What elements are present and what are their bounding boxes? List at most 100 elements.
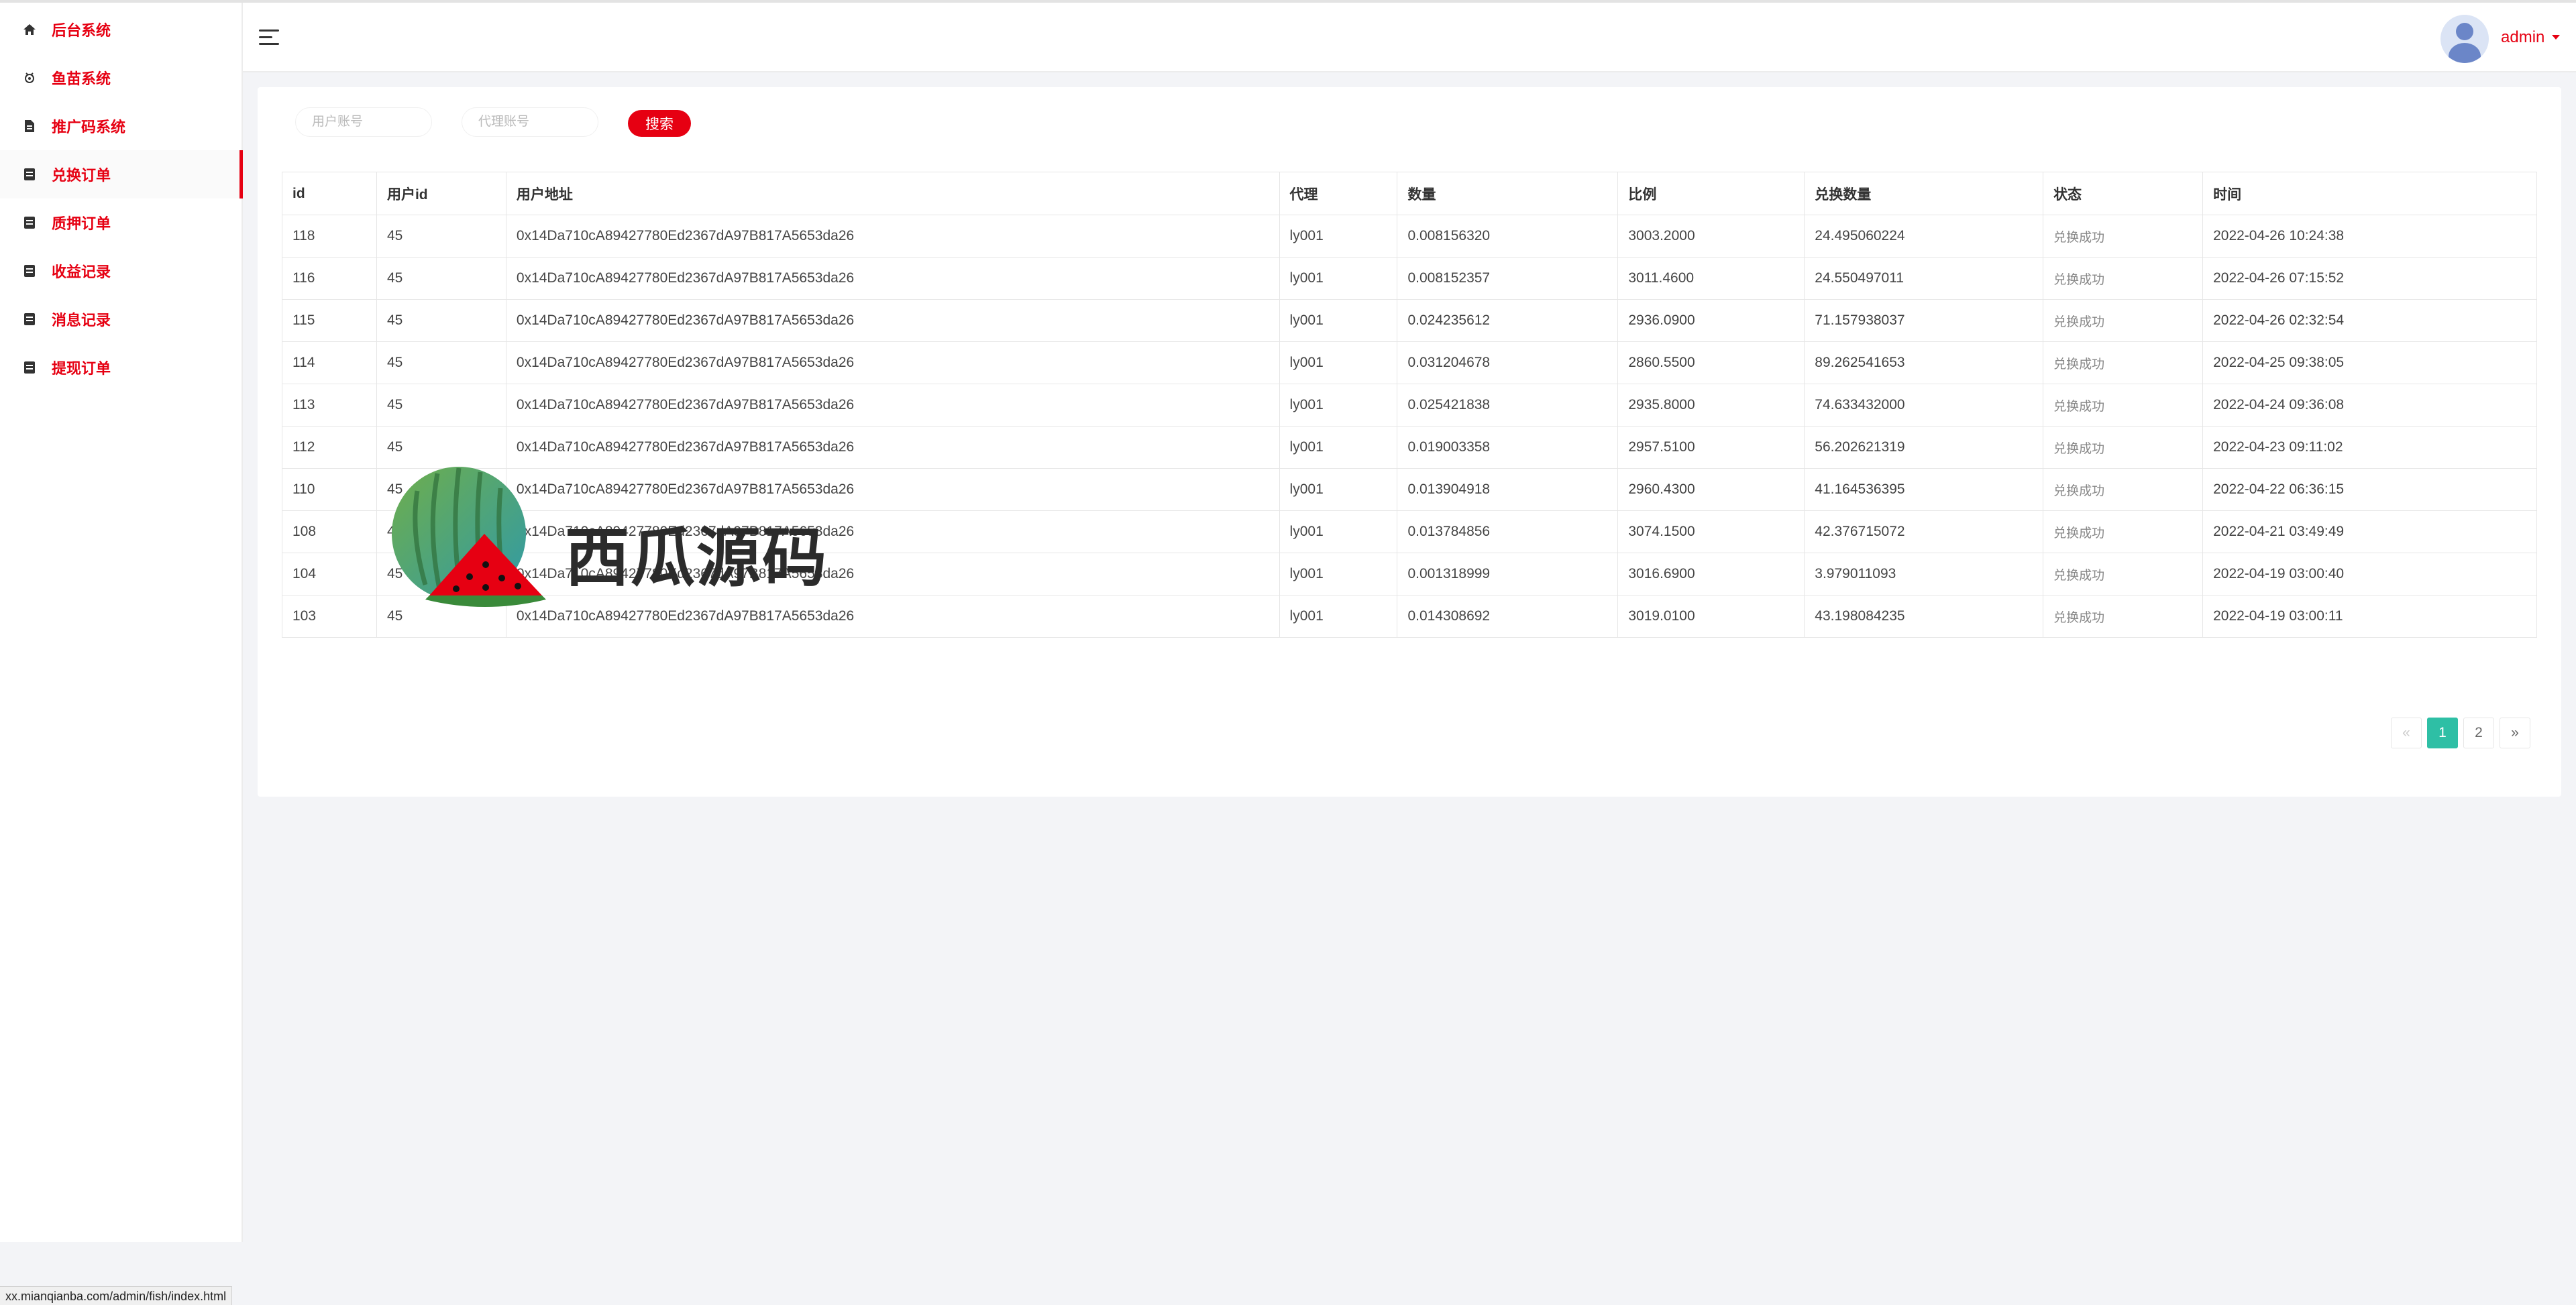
table-cell: 112 (282, 426, 377, 469)
table-cell: 118 (282, 215, 377, 258)
table-cell: 0.019003358 (1397, 426, 1619, 469)
sidebar-item-fish[interactable]: 鱼苗系统 (0, 54, 243, 102)
table-cell: 2860.5500 (1617, 341, 1805, 384)
table-cell: 2022-04-19 03:00:11 (2202, 595, 2537, 638)
table-cell: 兑换成功 (2043, 510, 2204, 553)
table-cell: ly001 (1279, 468, 1398, 511)
list-icon (22, 264, 37, 278)
sidebar-item-backend[interactable]: 后台系统 (0, 5, 243, 54)
table-cell: ly001 (1279, 426, 1398, 469)
table-cell: 0.008156320 (1397, 215, 1619, 258)
table-cell: 56.202621319 (1804, 426, 2044, 469)
table-cell: 71.157938037 (1804, 299, 2044, 342)
table-cell: ly001 (1279, 257, 1398, 300)
user-avatar-icon[interactable] (2440, 15, 2489, 63)
table-cell: 2935.8000 (1617, 384, 1805, 427)
table-cell: 0.001318999 (1397, 553, 1619, 595)
table-cell: ly001 (1279, 595, 1398, 638)
table-cell: 2022-04-21 03:49:49 (2202, 510, 2537, 553)
list-icon (22, 312, 37, 327)
sidebar-item-label: 鱼苗系统 (52, 70, 111, 87)
sidebar: 后台系统 鱼苗系统 推广码系统 兑换订单 质押订单 收益记录 消息记录 提现订单 (0, 3, 243, 1242)
column-header: 状态 (2043, 172, 2204, 215)
sidebar-item-label: 推广码系统 (52, 119, 126, 135)
table-cell: 0x14Da710cA89427780Ed2367dA97B817A5653da… (505, 299, 1280, 342)
table-row: 103 45 0x14Da710cA89427780Ed2367dA97B817A5… (282, 595, 2537, 638)
table-cell: 2022-04-23 09:11:02 (2202, 426, 2537, 469)
table-cell: 45 (376, 341, 506, 384)
table-cell: 2022-04-25 09:38:05 (2202, 341, 2537, 384)
table-cell: 兑换成功 (2043, 299, 2204, 342)
table-cell: 0.025421838 (1397, 384, 1619, 427)
table-cell: 兑换成功 (2043, 426, 2204, 469)
table-cell: 2022-04-26 02:32:54 (2202, 299, 2537, 342)
table-cell: 110 (282, 468, 377, 511)
table-cell: 113 (282, 384, 377, 427)
table-cell: 2022-04-22 06:36:15 (2202, 468, 2537, 511)
page-button-2[interactable]: 2 (2463, 718, 2494, 748)
table-cell: 43.198084235 (1804, 595, 2044, 638)
table-cell: 103 (282, 595, 377, 638)
sidebar-item-label: 消息记录 (52, 312, 111, 329)
table-cell: 兑换成功 (2043, 468, 2204, 511)
table-cell: 3016.6900 (1617, 553, 1805, 595)
table-cell: 45 (376, 510, 506, 553)
table-cell: 兑换成功 (2043, 595, 2204, 638)
sidebar-item-label: 提现订单 (52, 360, 111, 377)
table-row: 114 45 0x14Da710cA89427780Ed2367dA97B817A5… (282, 341, 2537, 384)
table-cell: 0.008152357 (1397, 257, 1619, 300)
table-row: 115 45 0x14Da710cA89427780Ed2367dA97B817A5… (282, 299, 2537, 342)
table-cell: 0x14Da710cA89427780Ed2367dA97B817A5653da… (505, 341, 1280, 384)
table-body: 118 45 0x14Da710cA89427780Ed2367dA97B817A5… (282, 215, 2537, 638)
table-cell: 2936.0900 (1617, 299, 1805, 342)
sidebar-item-earnings[interactable]: 收益记录 (0, 247, 243, 295)
table-cell: 兑换成功 (2043, 553, 2204, 595)
table-cell: ly001 (1279, 553, 1398, 595)
sidebar-item-pledge-orders[interactable]: 质押订单 (0, 198, 243, 247)
user-account-input[interactable] (295, 107, 432, 137)
list-icon (22, 360, 37, 375)
sidebar-item-messages[interactable]: 消息记录 (0, 295, 243, 343)
table-cell: 116 (282, 257, 377, 300)
table-cell: 3074.1500 (1617, 510, 1805, 553)
pagination: « 1 2 » (2391, 718, 2530, 748)
sidebar-item-promo-code[interactable]: 推广码系统 (0, 102, 243, 150)
table-cell: 89.262541653 (1804, 341, 2044, 384)
table-cell: 2022-04-26 10:24:38 (2202, 215, 2537, 258)
column-header: 数量 (1397, 172, 1619, 215)
column-header: 时间 (2202, 172, 2537, 215)
table-cell: 0x14Da710cA89427780Ed2367dA97B817A5653da… (505, 426, 1280, 469)
search-button[interactable]: 搜索 (628, 110, 691, 137)
table-cell: 114 (282, 341, 377, 384)
table-cell: 108 (282, 510, 377, 553)
sidebar-item-label: 收益记录 (52, 264, 111, 280)
table-cell: 0.013784856 (1397, 510, 1619, 553)
table-cell: 0.024235612 (1397, 299, 1619, 342)
user-name[interactable]: admin (2501, 28, 2544, 47)
agent-account-input[interactable] (462, 107, 598, 137)
next-page-button[interactable]: » (2500, 718, 2530, 748)
table-cell: 45 (376, 468, 506, 511)
table-row: 110 45 0x14Da710cA89427780Ed2367dA97B817A5… (282, 468, 2537, 511)
table-row: 118 45 0x14Da710cA89427780Ed2367dA97B817A5… (282, 215, 2537, 258)
status-bar-url: xx.mianqianba.com/admin/fish/index.html (0, 1286, 233, 1305)
content-card: 搜索 id 用户id 用户地址 代理 数量 比例 兑换数量 状态 时间 1184… (258, 87, 2561, 797)
table-cell: 45 (376, 426, 506, 469)
table-cell: 0.031204678 (1397, 341, 1619, 384)
column-header: 代理 (1279, 172, 1398, 215)
hamburger-icon[interactable] (259, 30, 279, 46)
top-header: admin (243, 3, 2576, 72)
page-button-1[interactable]: 1 (2427, 718, 2458, 748)
home-icon (22, 22, 37, 37)
prev-page-button[interactable]: « (2391, 718, 2422, 748)
table-cell: 45 (376, 553, 506, 595)
table-cell: 3019.0100 (1617, 595, 1805, 638)
table-cell: 24.550497011 (1804, 257, 2044, 300)
table-cell: 24.495060224 (1804, 215, 2044, 258)
column-header: id (282, 172, 377, 215)
column-header: 兑换数量 (1804, 172, 2044, 215)
column-header: 比例 (1617, 172, 1805, 215)
sidebar-item-exchange-orders[interactable]: 兑换订单 (0, 150, 243, 198)
sidebar-item-withdrawals[interactable]: 提现订单 (0, 343, 243, 392)
chevron-down-icon[interactable] (2552, 35, 2560, 40)
